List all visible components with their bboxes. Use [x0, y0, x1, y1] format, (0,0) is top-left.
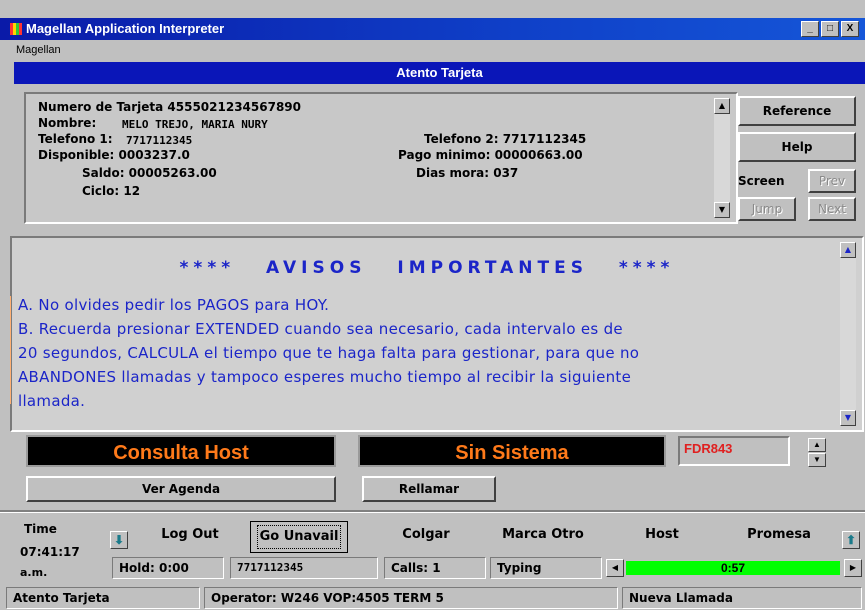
minimum-payment: Pago minimo: 00000663.00: [398, 148, 583, 162]
spin-down-icon[interactable]: ▼: [808, 453, 826, 467]
days-past-due: Dias mora: 037: [416, 166, 519, 180]
scroll-up-icon[interactable]: ▲: [714, 98, 730, 114]
time-ampm: a.m.: [20, 566, 48, 579]
window-title: Magellan Application Interpreter: [26, 21, 225, 36]
screen-title: Atento Tarjeta: [14, 62, 865, 84]
arrow-up-icon[interactable]: ⬆: [842, 531, 860, 549]
available-balance: Disponible: 0003237.0: [38, 148, 190, 162]
fdr-spinner[interactable]: ▲ ▼: [808, 438, 826, 467]
reference-button[interactable]: Reference: [738, 96, 856, 126]
menu-bar: Magellan: [0, 40, 865, 62]
scroll-down-icon[interactable]: ▼: [714, 202, 730, 218]
state-field: Typing: [490, 557, 602, 579]
status-operator: Operator: W246 VOP:4505 TERM 5: [204, 587, 618, 609]
notices-heading: **** AVISOS IMPORTANTES ****: [179, 258, 675, 278]
prev-button[interactable]: Prev: [808, 169, 856, 193]
timer-track: 0:57: [626, 561, 840, 575]
info-scrollbar[interactable]: ▲ ▼: [714, 98, 730, 218]
scroll-down-icon[interactable]: ▼: [840, 410, 856, 426]
jump-button[interactable]: Jump: [738, 197, 796, 221]
log-out-button[interactable]: Log Out: [140, 521, 240, 553]
marca-otro-button[interactable]: Marca Otro: [488, 521, 598, 553]
go-unavail-label: Go Unavail: [256, 525, 342, 549]
maximize-button[interactable]: □: [821, 21, 839, 37]
notice-line: llamada.: [18, 392, 86, 410]
app-window: Magellan Application Interpreter _ □ X M…: [0, 0, 865, 610]
minimize-button[interactable]: _: [801, 21, 819, 37]
important-notices-panel: **** AVISOS IMPORTANTES **** A. No olvid…: [10, 236, 864, 432]
screen-label: Screen: [738, 174, 785, 188]
arrow-left-icon[interactable]: ◀: [606, 559, 624, 577]
next-button[interactable]: Next: [808, 197, 856, 221]
app-icon: [10, 23, 22, 35]
phone2: Telefono 2: 7717112345: [424, 132, 587, 146]
arrow-right-icon[interactable]: ▶: [844, 559, 862, 577]
phone1-value: 7717112345: [126, 134, 193, 147]
phone1-label: Telefono 1:: [38, 132, 113, 146]
status-call-state: Nueva Llamada: [622, 587, 862, 609]
spin-up-icon[interactable]: ▲: [808, 438, 826, 452]
call-timer-bar[interactable]: ◀ 0:57 ▶: [606, 559, 862, 577]
arrow-down-icon[interactable]: ⬇: [110, 531, 128, 549]
time-value: 07:41:17: [20, 545, 80, 559]
notices-scrollbar[interactable]: ▲ ▼: [840, 242, 856, 426]
toolbar-divider: [0, 510, 865, 513]
rellamar-button[interactable]: Rellamar: [362, 476, 496, 502]
consulta-host-status: Consulta Host: [26, 435, 336, 467]
notice-line: B. Recuerda presionar EXTENDED cuando se…: [18, 320, 623, 338]
account-info-panel: Numero de Tarjeta 4555021234567890 Nombr…: [24, 92, 738, 224]
notice-margin-line: [0, 296, 11, 404]
menu-magellan[interactable]: Magellan: [16, 44, 61, 56]
card-number: Numero de Tarjeta 4555021234567890: [38, 100, 301, 114]
title-bar[interactable]: Magellan Application Interpreter _ □ X: [0, 18, 865, 40]
name-label: Nombre:: [38, 116, 97, 130]
cycle: Ciclo: 12: [82, 184, 141, 198]
close-button[interactable]: X: [841, 21, 859, 37]
notice-line: 20 segundos, CALCULA el tiempo que te ha…: [18, 344, 640, 362]
notice-line: A. No olvides pedir los PAGOS para HOY.: [18, 296, 330, 314]
help-button[interactable]: Help: [738, 132, 856, 162]
fdr-field[interactable]: FDR843: [678, 436, 790, 466]
go-unavail-button[interactable]: Go Unavail: [250, 521, 348, 553]
scroll-up-icon[interactable]: ▲: [840, 242, 856, 258]
sin-sistema-status: Sin Sistema: [358, 435, 666, 467]
status-bar: Atento Tarjeta Operator: W246 VOP:4505 T…: [0, 585, 865, 610]
balance: Saldo: 00005263.00: [82, 166, 217, 180]
window-controls: _ □ X: [801, 21, 859, 37]
timer-value: 0:57: [720, 561, 746, 575]
ver-agenda-button[interactable]: Ver Agenda: [26, 476, 336, 502]
notice-line: ABANDONES llamadas y tampoco esperes muc…: [18, 368, 632, 386]
colgar-button[interactable]: Colgar: [374, 521, 478, 553]
name-value: MELO TREJO, MARIA NURY: [122, 118, 268, 131]
status-screen: Atento Tarjeta: [6, 587, 200, 609]
phone-field: 7717112345: [230, 557, 378, 579]
promesa-button[interactable]: Promesa: [724, 521, 834, 553]
time-label: Time: [24, 522, 57, 536]
hold-time: Hold: 0:00: [112, 557, 224, 579]
host-button[interactable]: Host: [612, 521, 712, 553]
calls-count: Calls: 1: [384, 557, 486, 579]
